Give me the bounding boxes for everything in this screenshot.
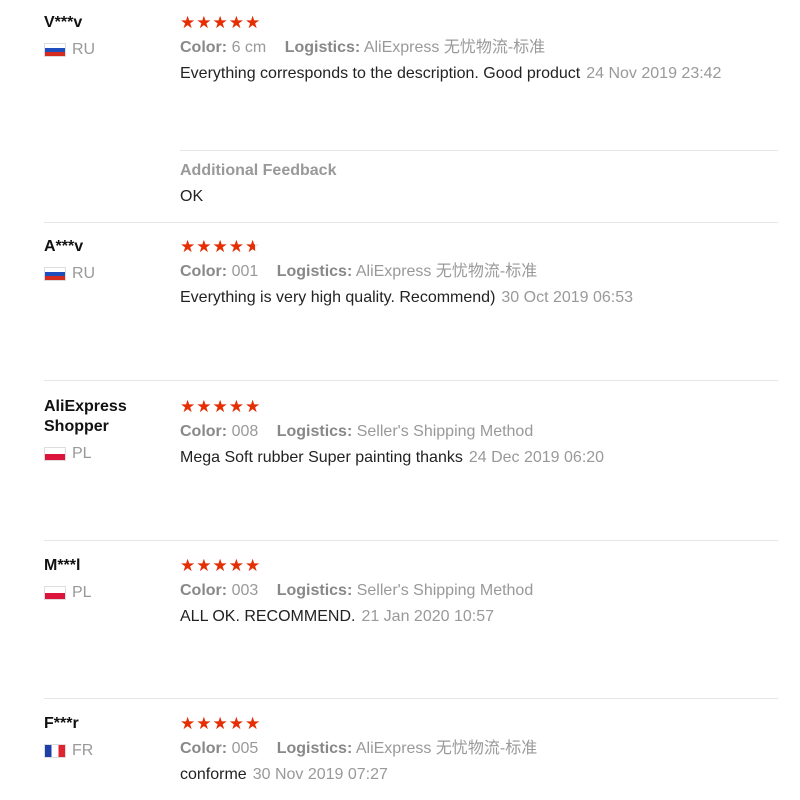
reviewer-country: PL [44,584,92,602]
review-text: conforme 30 Nov 2019 07:27 [180,764,778,786]
review-meta: Color: 005 Logistics: AliExpress 无忧物流-标准 [180,738,778,760]
color-value: 6 cm [231,39,267,56]
feedback-text: Mega Soft rubber Super painting thanks [180,449,463,466]
review-content: ★★★★★ ★★★★★ Color: 003 Logistics: Seller… [180,556,778,628]
additional-feedback-text: OK [180,188,204,205]
review-divider [44,222,778,223]
review-date: 24 Nov 2019 23:42 [586,65,722,82]
feedback-text: Everything corresponds to the descriptio… [180,65,581,82]
review-content: ★★★★★ ★★★★★ Color: 6 cm Logistics: AliEx… [180,13,778,85]
star-icon-row: ★★★★★ [180,397,262,416]
reviewer-country: RU [44,41,95,59]
russia-flag-icon [44,43,66,57]
star-rating: ★★★★★ ★★★★★ [180,714,778,734]
logistics-label: Logistics: [276,740,353,757]
review-divider [44,380,778,381]
star-icon-row: ★★★★★ [180,556,262,575]
additional-feedback-divider [180,150,778,151]
logistics-value: AliExpress 无忧物流-标准 [363,39,546,56]
color-label: Color: [180,263,228,280]
logistics-value: Seller's Shipping Method [356,423,534,440]
review-meta: Color: 001 Logistics: AliExpress 无忧物流-标准 [180,261,778,283]
star-icon-row: ★★★★★ [180,237,255,256]
star-rating: ★★★★★ ★★★★★ [180,13,778,33]
reviewer-name: AliExpress Shopper [44,398,127,435]
review-divider [44,540,778,541]
logistics-label: Logistics: [276,423,353,440]
review-meta: Color: 6 cm Logistics: AliExpress 无忧物流-标… [180,37,778,59]
reviewer-name: V***v [44,14,83,31]
country-code: RU [72,41,96,58]
review-date: 21 Jan 2020 10:57 [361,608,494,625]
star-icon-row: ★★★★★ [180,714,262,733]
review-content: ★★★★★ ★★★★★ Color: 008 Logistics: Seller… [180,397,778,469]
additional-feedback: Additional Feedback OK [180,162,336,206]
star-rating: ★★★★★ ★★★★★ [180,556,778,576]
color-value: 005 [231,740,259,757]
additional-feedback-title: Additional Feedback [180,162,337,179]
logistics-value: AliExpress 无忧物流-标准 [355,740,538,757]
star-rating: ★★★★★ ★★★★★ [180,397,778,417]
review-meta: Color: 008 Logistics: Seller's Shipping … [180,421,778,443]
feedback-text: conforme [180,766,247,783]
star-rating: ★★★★★ ★★★★★ [180,237,778,257]
color-label: Color: [180,740,228,757]
review-date: 24 Dec 2019 06:20 [468,449,605,466]
color-label: Color: [180,39,228,56]
review-content: ★★★★★ ★★★★★ Color: 005 Logistics: AliExp… [180,714,778,786]
feedback-text: Everything is very high quality. Recomme… [180,289,496,306]
color-value: 003 [231,582,259,599]
review-divider [44,698,778,699]
country-code: PL [72,584,92,601]
review-text: Everything corresponds to the descriptio… [180,63,778,85]
reviewer-country: PL [44,445,92,463]
logistics-label: Logistics: [284,39,361,56]
reviewer-country: FR [44,742,93,760]
review-content: ★★★★★ ★★★★★ Color: 001 Logistics: AliExp… [180,237,778,309]
review-text: Everything is very high quality. Recomme… [180,287,778,309]
review-text: Mega Soft rubber Super painting thanks 24… [180,447,778,469]
review-date: 30 Nov 2019 07:27 [252,766,388,783]
logistics-label: Logistics: [276,263,353,280]
reviewer-name: A***v [44,238,84,255]
color-value: 001 [231,263,259,280]
france-flag-icon [44,744,66,758]
color-label: Color: [180,582,228,599]
russia-flag-icon [44,267,66,281]
logistics-label: Logistics: [276,582,353,599]
country-code: PL [72,445,92,462]
logistics-value: AliExpress 无忧物流-标准 [355,263,538,280]
feedback-text: ALL OK. RECOMMEND. [180,608,356,625]
star-icon-row: ★★★★★ [180,13,262,32]
logistics-value: Seller's Shipping Method [356,582,534,599]
country-code: FR [72,742,94,759]
review-text: ALL OK. RECOMMEND. 21 Jan 2020 10:57 [180,606,778,628]
poland-flag-icon [44,447,66,461]
review-meta: Color: 003 Logistics: Seller's Shipping … [180,580,778,602]
reviewer-name: M***l [44,557,81,574]
reviewer-country: RU [44,265,95,283]
country-code: RU [72,265,96,282]
color-value: 008 [231,423,259,440]
reviewer-name: F***r [44,715,79,732]
color-label: Color: [180,423,228,440]
review-date: 30 Oct 2019 06:53 [501,289,634,306]
poland-flag-icon [44,586,66,600]
